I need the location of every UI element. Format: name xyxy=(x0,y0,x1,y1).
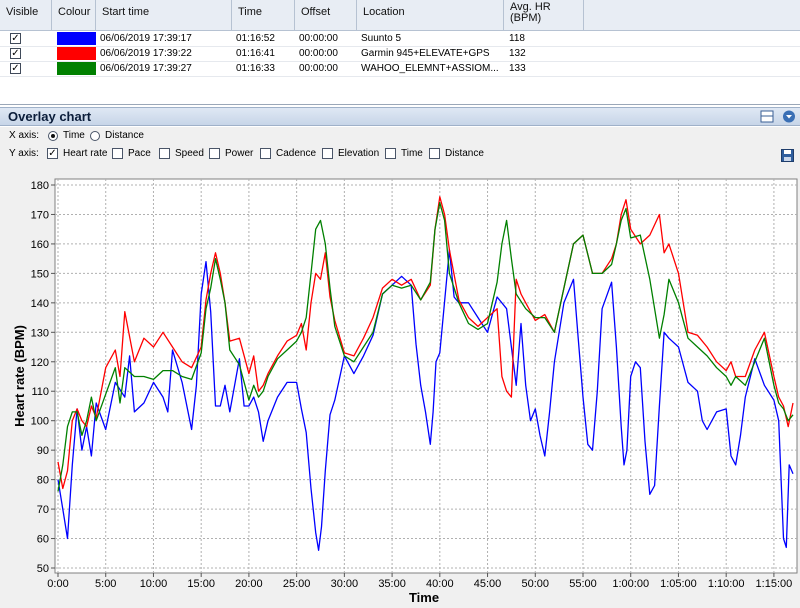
visible-checkbox[interactable]: ✓ xyxy=(10,33,21,44)
time-cell: 01:16:33 xyxy=(236,63,275,74)
y-axis-title: Heart rate (BPM) xyxy=(12,325,27,427)
x-tick-label: 5:00 xyxy=(95,578,116,590)
y-axis-label: Y axis: xyxy=(9,148,39,159)
offset-cell: 00:00:00 xyxy=(299,48,338,59)
location-cell: Suunto 5 xyxy=(361,33,402,44)
y-speed-checkbox[interactable] xyxy=(159,148,170,159)
y-power-label[interactable]: Power xyxy=(225,148,253,159)
offset-cell: 00:00:00 xyxy=(299,63,338,74)
x-tick-label: 0:00 xyxy=(47,578,68,590)
y-tick-label: 160 xyxy=(31,239,49,251)
colour-swatch[interactable] xyxy=(57,62,96,75)
y-tick-label: 100 xyxy=(31,416,49,428)
y-tick-label: 120 xyxy=(31,357,49,369)
x-axis-label: X axis: xyxy=(9,130,40,141)
y-power-checkbox[interactable] xyxy=(209,148,220,159)
y-tick-label: 110 xyxy=(31,386,49,398)
time-cell: 01:16:41 xyxy=(236,48,275,59)
start-time-cell: 06/06/2019 17:39:27 xyxy=(100,63,192,74)
x-axis-title: Time xyxy=(409,590,439,605)
y-speed-label[interactable]: Speed xyxy=(175,148,204,159)
offset-cell: 00:00:00 xyxy=(299,33,338,44)
row-separator xyxy=(0,76,800,77)
x-tick-label: 35:00 xyxy=(378,578,406,590)
y-pace-checkbox[interactable] xyxy=(112,148,123,159)
table-row[interactable]: ✓ 06/06/2019 17:39:17 01:16:52 00:00:00 Suun… xyxy=(0,31,800,46)
y-tick-label: 140 xyxy=(31,298,49,310)
column-header-avg-hr[interactable]: Avg. HR (BPM) xyxy=(504,0,584,30)
x-tick-label: 55:00 xyxy=(569,578,597,590)
y-tick-label: 150 xyxy=(31,268,49,280)
avg-hr-cell: 132 xyxy=(509,48,526,59)
x-tick-label: 1:00:00 xyxy=(612,578,649,590)
layout-icon[interactable] xyxy=(760,110,774,123)
grid-header: Visible Colour Start time Time Offset Lo… xyxy=(0,0,800,31)
colour-swatch[interactable] xyxy=(57,47,96,60)
overlay-chart-title: Overlay chart xyxy=(8,109,92,124)
y-tick-label: 170 xyxy=(31,209,49,221)
y-tick-label: 90 xyxy=(37,445,49,457)
y-tick-label: 70 xyxy=(37,504,49,516)
column-header-time[interactable]: Time xyxy=(232,0,295,30)
collapse-icon[interactable] xyxy=(782,110,796,123)
x-tick-label: 25:00 xyxy=(283,578,311,590)
x-tick-label: 50:00 xyxy=(522,578,550,590)
activity-grid: Visible Colour Start time Time Offset Lo… xyxy=(0,0,800,105)
y-tick-label: 50 xyxy=(37,563,49,575)
x-tick-label: 45:00 xyxy=(474,578,502,590)
visible-checkbox[interactable]: ✓ xyxy=(10,63,21,74)
y-time-checkbox[interactable] xyxy=(385,148,396,159)
x-tick-label: 30:00 xyxy=(331,578,359,590)
location-cell: WAHOO_ELEMNT+ASSIOM... xyxy=(361,63,499,74)
overlay-chart-area: 50 60 70 80 90 100 110 120 130 140 150 160 170 180 0:… xyxy=(0,171,800,608)
column-header-visible[interactable]: Visible xyxy=(0,0,52,30)
x-axis-time-radio[interactable] xyxy=(48,131,58,141)
column-header-offset[interactable]: Offset xyxy=(295,0,357,30)
save-icon[interactable] xyxy=(781,149,794,165)
axis-options: X axis: Time Distance Y axis: ✓ Heart ra… xyxy=(0,127,800,171)
y-tick-label: 130 xyxy=(31,327,49,339)
avg-hr-cell: 133 xyxy=(509,63,526,74)
y-pace-label[interactable]: Pace xyxy=(128,148,151,159)
x-axis-distance-radio[interactable] xyxy=(90,131,100,141)
y-tick-label: 180 xyxy=(31,180,49,192)
y-tick-label: 80 xyxy=(37,475,49,487)
y-elevation-checkbox[interactable] xyxy=(322,148,333,159)
x-tick-label: 40:00 xyxy=(426,578,454,590)
colour-swatch[interactable] xyxy=(57,32,96,45)
table-row[interactable]: ✓ 06/06/2019 17:39:27 01:16:33 00:00:00 WAHO… xyxy=(0,61,800,76)
overlay-chart-titlebar: Overlay chart xyxy=(0,107,800,126)
x-tick-label: 20:00 xyxy=(235,578,263,590)
y-elevation-label[interactable]: Elevation xyxy=(338,148,379,159)
start-time-cell: 06/06/2019 17:39:17 xyxy=(100,33,192,44)
y-cadence-label[interactable]: Cadence xyxy=(276,148,316,159)
x-tick-label: 10:00 xyxy=(140,578,168,590)
table-row[interactable]: ✓ 06/06/2019 17:39:22 01:16:41 00:00:00 Garm… xyxy=(0,46,800,61)
x-tick-label: 1:05:00 xyxy=(660,578,697,590)
y-distance-label[interactable]: Distance xyxy=(445,148,484,159)
y-tick-label: 60 xyxy=(37,534,49,546)
y-heart-rate-label[interactable]: Heart rate xyxy=(63,148,107,159)
y-heart-rate-checkbox[interactable]: ✓ xyxy=(47,148,58,159)
column-header-location[interactable]: Location xyxy=(357,0,504,30)
time-cell: 01:16:52 xyxy=(236,33,275,44)
avg-hr-cell: 118 xyxy=(509,33,525,44)
x-tick-label: 1:10:00 xyxy=(708,578,745,590)
visible-checkbox[interactable]: ✓ xyxy=(10,48,21,59)
x-tick-label: 1:15:00 xyxy=(756,578,793,590)
column-header-start-time[interactable]: Start time xyxy=(96,0,232,30)
y-distance-checkbox[interactable] xyxy=(429,148,440,159)
location-cell: Garmin 945+ELEVATE+GPS xyxy=(361,48,490,59)
x-tick-label: 15:00 xyxy=(187,578,215,590)
column-header-colour[interactable]: Colour xyxy=(52,0,96,30)
start-time-cell: 06/06/2019 17:39:22 xyxy=(100,48,192,59)
y-cadence-checkbox[interactable] xyxy=(260,148,271,159)
heart-rate-chart: 50 60 70 80 90 100 110 120 130 140 150 160 170 180 0:… xyxy=(12,178,798,605)
y-time-label[interactable]: Time xyxy=(401,148,423,159)
x-axis-distance-label[interactable]: Distance xyxy=(105,130,144,141)
x-axis-time-label[interactable]: Time xyxy=(63,130,85,141)
